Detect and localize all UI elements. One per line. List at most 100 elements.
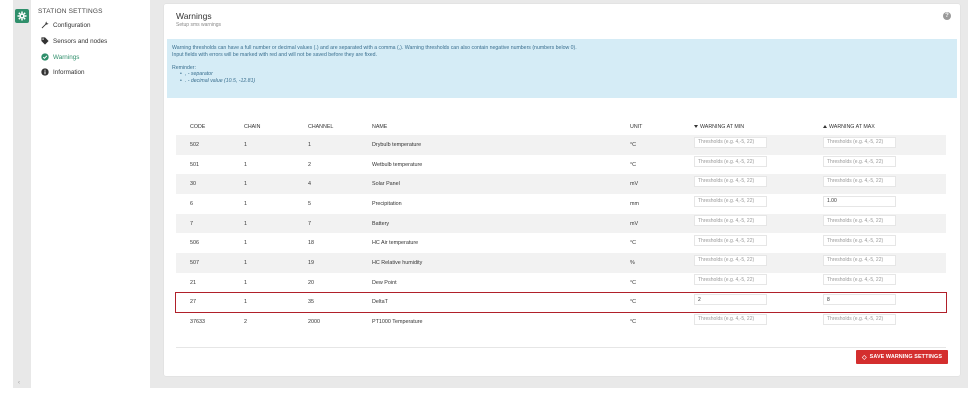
cell-channel: 5 <box>308 200 311 207</box>
cell-chain: 2 <box>244 319 247 326</box>
sort-down-icon <box>694 124 698 128</box>
warnings-table: CODE CHAIN CHANNEL NAME UNIT WARNING AT … <box>175 118 947 332</box>
cell-name: HC Relative humidity <box>372 259 423 266</box>
warning-min-input[interactable] <box>694 254 767 266</box>
col-header-warning-max[interactable]: WARNING AT MAX <box>823 124 875 130</box>
col-header-name: NAME <box>372 123 388 130</box>
warning-max-input[interactable] <box>823 136 896 148</box>
warning-max-input[interactable] <box>823 175 896 187</box>
help-icon[interactable]: ? <box>943 12 951 20</box>
cell-code: 27 <box>190 299 196 306</box>
warning-min-input[interactable] <box>694 195 767 207</box>
cell-chain: 1 <box>244 181 247 188</box>
sidebar-item-label: Configuration <box>53 21 91 29</box>
page-title: Warnings <box>176 11 212 21</box>
sidebar-item-warnings[interactable]: Warnings <box>40 52 79 62</box>
table-row: 21 1 20 Dew Point °C <box>176 273 946 293</box>
save-icon: ◇ <box>861 354 867 361</box>
app-rail: ‹ <box>13 0 31 388</box>
warning-max-input[interactable] <box>823 294 896 306</box>
warning-min-input[interactable] <box>694 274 767 286</box>
cell-code: 37633 <box>190 319 205 326</box>
info-icon <box>40 68 49 77</box>
warning-max-input[interactable] <box>823 235 896 247</box>
cell-unit: mV <box>630 220 639 227</box>
save-warning-settings-button[interactable]: ◇ SAVE WARNING SETTINGS <box>856 350 948 364</box>
warnings-card: Warnings Setup sms warnings ? Warning th… <box>164 4 960 376</box>
warning-min-input[interactable] <box>694 175 767 187</box>
cell-name: Dew Point <box>372 279 397 286</box>
collapse-chevron-icon[interactable]: ‹ <box>18 380 20 386</box>
cell-unit: °C <box>630 319 637 326</box>
info-text: Input fields with errors will be marked … <box>172 51 378 58</box>
sidebar-item-label: Warnings <box>53 53 80 61</box>
table-row: 30 1 4 Solar Panel mV <box>176 174 946 195</box>
warning-max-input[interactable] <box>823 274 896 286</box>
info-panel: Warning thresholds can have a full numbe… <box>167 39 957 98</box>
table-row: 37633 2 2000 PT1000 Temperature °C <box>176 312 946 332</box>
warning-max-input[interactable] <box>823 195 896 207</box>
warning-min-input[interactable] <box>694 156 767 168</box>
sidebar-item-label: Information <box>53 68 85 76</box>
cell-name: Battery <box>372 220 390 227</box>
cell-code: 502 <box>190 141 199 148</box>
table-row: 27 1 35 DeltaT °C <box>175 291 947 314</box>
col-header-unit: UNIT <box>630 123 643 130</box>
gear-icon[interactable] <box>15 9 29 23</box>
warning-min-input[interactable] <box>694 215 767 227</box>
tag-icon <box>40 37 49 46</box>
cell-chain: 1 <box>244 240 247 247</box>
cell-channel: 35 <box>308 299 314 306</box>
cell-name: Precipitation <box>372 200 402 207</box>
table-row: 7 1 7 Battery mV <box>176 213 946 234</box>
cell-chain: 1 <box>244 299 247 306</box>
cell-code: 21 <box>190 279 196 286</box>
cell-name: DeltaT <box>372 299 388 306</box>
col-header-channel: CHANNEL <box>308 123 334 130</box>
warning-min-input[interactable] <box>694 294 767 306</box>
wrench-icon <box>40 21 49 30</box>
col-header-warning-min[interactable]: WARNING AT MIN <box>694 124 744 130</box>
warning-max-input[interactable] <box>823 215 896 227</box>
sort-up-icon <box>823 124 827 128</box>
cell-name: Drybulb temperature <box>372 141 422 148</box>
sidebar-item-label: Sensors and nodes <box>53 37 108 45</box>
cell-code: 6 <box>190 200 193 207</box>
cell-code: 501 <box>190 161 199 168</box>
cell-code: 506 <box>190 240 199 247</box>
page-subtitle: Setup sms warnings <box>176 22 222 28</box>
warning-min-input[interactable] <box>694 235 767 247</box>
info-text: Warning thresholds can have a full numbe… <box>172 45 577 51</box>
cell-code: 7 <box>190 220 193 227</box>
check-circle-icon <box>40 53 49 62</box>
cell-unit: % <box>630 259 635 266</box>
cell-name: Solar Panel <box>372 181 400 188</box>
reminder-item: . - decimal value (10.5, -12.81) <box>180 78 952 85</box>
cell-channel: 4 <box>308 181 311 188</box>
cell-name: HC Air temperature <box>372 240 419 247</box>
cell-unit: °C <box>630 240 637 247</box>
sidebar-item-sensors-and-nodes[interactable]: Sensors and nodes <box>40 36 107 46</box>
sidebar-item-configuration[interactable]: Configuration <box>40 20 90 30</box>
warning-min-input[interactable] <box>694 313 767 325</box>
warning-max-input[interactable] <box>823 313 896 325</box>
sidebar-item-information[interactable]: Information <box>40 67 85 77</box>
cell-channel: 18 <box>308 240 314 247</box>
warning-max-input[interactable] <box>823 156 896 168</box>
settings-sidebar: STATION SETTINGS Configuration Sensors a… <box>31 0 150 388</box>
reminder-label: Reminder: <box>172 64 196 71</box>
reminder-list: , - separator . - decimal value (10.5, -… <box>180 71 952 85</box>
cell-unit: °C <box>630 279 637 286</box>
cell-code: 30 <box>190 181 196 188</box>
divider <box>176 347 946 348</box>
table-header-row: CODE CHAIN CHANNEL NAME UNIT WARNING AT … <box>176 118 946 135</box>
cell-chain: 1 <box>244 161 247 168</box>
cell-unit: °C <box>630 299 637 306</box>
cell-channel: 19 <box>308 259 314 266</box>
warning-max-input[interactable] <box>823 254 896 266</box>
warning-min-input[interactable] <box>694 136 767 148</box>
sidebar-title: STATION SETTINGS <box>38 8 103 15</box>
cell-chain: 1 <box>244 200 247 207</box>
cell-chain: 1 <box>244 220 247 227</box>
cell-name: Wetbulb temperature <box>372 161 423 168</box>
